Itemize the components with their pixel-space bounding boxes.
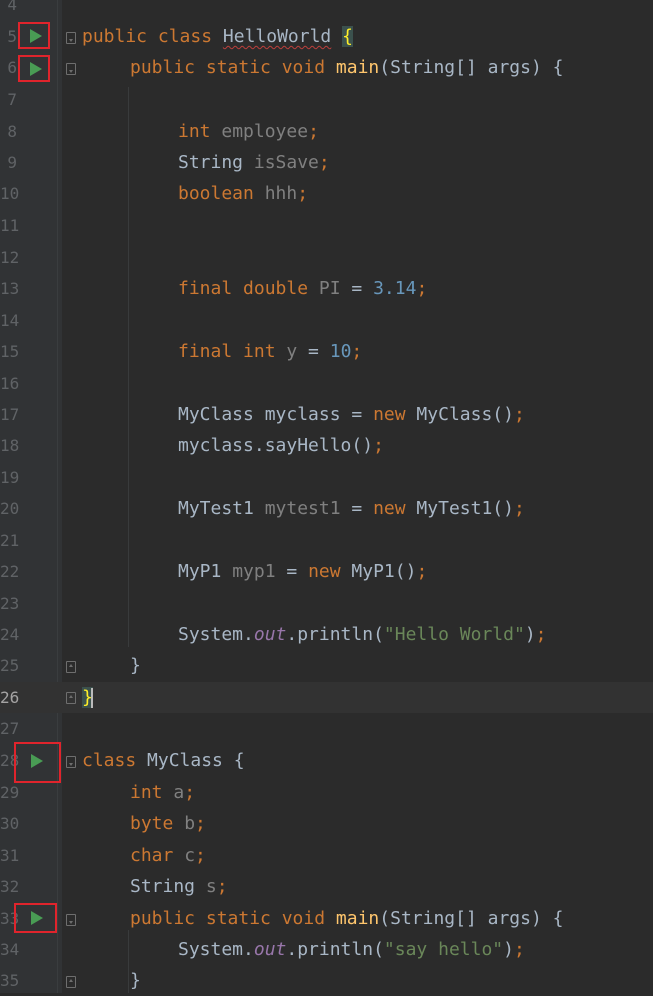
line-number: 25 (0, 656, 20, 675)
code-line: 30 byte b; (0, 808, 653, 839)
code-text: MyTest1 mytest1 = new MyTest1(); (178, 498, 525, 519)
line-number: 34 (0, 940, 20, 959)
code-line: 13 final double PI = 3.14; (0, 273, 653, 304)
code-line: 17 MyClass myclass = new MyClass(); (0, 399, 653, 430)
code-line: 5 public class HelloWorld { (0, 21, 653, 52)
code-text: System.out.println("say hello"); (178, 939, 525, 960)
fold-marker-icon[interactable] (66, 661, 76, 673)
code-line: 21 (0, 525, 653, 556)
line-number: 5 (7, 27, 17, 46)
code-text: System.out.println("Hello World"); (178, 624, 547, 645)
line-number: 16 (0, 374, 20, 393)
fold-marker-icon[interactable] (66, 692, 76, 704)
run-gutter-icon[interactable] (31, 911, 43, 925)
fold-marker-icon[interactable] (66, 914, 76, 926)
code-line: 28 class MyClass { (0, 745, 653, 776)
code-line: 8 int employee; (0, 116, 653, 147)
code-text: boolean hhh; (178, 183, 309, 204)
code-line: 20 MyTest1 mytest1 = new MyTest1(); (0, 493, 653, 524)
code-line: 18 myclass.sayHello(); (0, 430, 653, 461)
code-text: int a; (130, 782, 196, 803)
line-number: 31 (0, 846, 20, 865)
code-text: int employee; (178, 121, 319, 142)
code-line: 25 } (0, 650, 653, 681)
code-text: final int y = 10; (178, 341, 363, 362)
line-number: 4 (7, 0, 17, 14)
fold-marker-icon[interactable] (66, 756, 76, 768)
current-line: 26 } (0, 682, 653, 713)
line-number: 18 (0, 436, 20, 455)
line-number: 9 (7, 153, 17, 172)
code-line: 29 int a; (0, 777, 653, 808)
code-line: 11 (0, 210, 653, 241)
text-caret (91, 688, 93, 708)
line-number: 17 (0, 405, 20, 424)
code-text: char c; (130, 845, 206, 866)
code-line: 7 (0, 84, 653, 115)
run-gutter-icon[interactable] (30, 62, 42, 76)
line-number: 35 (0, 971, 20, 990)
code-line: 24 System.out.println("Hello World"); (0, 619, 653, 650)
code-line: 16 (0, 368, 653, 399)
line-number: 6 (7, 58, 17, 77)
code-line: 32 String s; (0, 871, 653, 902)
code-text: MyP1 myp1 = new MyP1(); (178, 561, 428, 582)
line-number: 30 (0, 814, 20, 833)
run-gutter-icon[interactable] (31, 754, 43, 768)
code-text: public static void main(String[] args) { (130, 908, 564, 929)
line-number: 10 (0, 184, 20, 203)
line-number: 20 (0, 499, 20, 518)
code-text: String s; (130, 876, 228, 897)
line-number: 14 (0, 311, 20, 330)
code-line: 34 System.out.println("say hello"); (0, 934, 653, 965)
line-number: 13 (0, 279, 20, 298)
fold-marker-icon[interactable] (66, 63, 76, 75)
code-line: 14 (0, 305, 653, 336)
code-line: 35 } (0, 965, 653, 996)
line-number: 27 (0, 719, 20, 738)
code-line: 33 public static void main(String[] args… (0, 903, 653, 934)
code-line: 27 (0, 713, 653, 744)
line-number: 22 (0, 562, 20, 581)
line-number: 12 (0, 248, 20, 267)
code-text: public static void main(String[] args) { (130, 57, 564, 78)
code-text: class MyClass { (82, 750, 245, 771)
line-number: 7 (7, 90, 17, 109)
code-text: myclass.sayHello(); (178, 435, 384, 456)
code-line: 19 (0, 462, 653, 493)
code-text: } (130, 655, 141, 676)
line-number: 11 (0, 216, 20, 235)
fold-marker-icon[interactable] (66, 32, 76, 44)
line-number: 8 (7, 122, 17, 141)
line-number: 19 (0, 468, 20, 487)
code-line: 23 (0, 588, 653, 619)
line-number: 26 (0, 688, 20, 707)
code-text: public class HelloWorld { (82, 26, 353, 47)
code-line: 10 boolean hhh; (0, 178, 653, 209)
code-line: 4 (0, 0, 653, 20)
line-number: 21 (0, 531, 20, 550)
code-line: 31 char c; (0, 840, 653, 871)
line-number: 23 (0, 594, 20, 613)
code-line: 9 String isSave; (0, 147, 653, 178)
line-number: 32 (0, 877, 20, 896)
code-text: final double PI = 3.14; (178, 278, 428, 299)
code-line: 15 final int y = 10; (0, 336, 653, 367)
run-gutter-icon[interactable] (30, 29, 42, 43)
code-line: 22 MyP1 myp1 = new MyP1(); (0, 556, 653, 587)
code-line: 12 (0, 242, 653, 273)
code-line: 6 public static void main(String[] args)… (0, 52, 653, 83)
fold-marker-icon[interactable] (66, 976, 76, 988)
code-text: } (130, 970, 141, 991)
code-text: byte b; (130, 813, 206, 834)
line-number: 15 (0, 342, 20, 361)
code-text: MyClass myclass = new MyClass(); (178, 404, 525, 425)
class-name: HelloWorld (222, 26, 332, 47)
code-text: String isSave; (178, 152, 330, 173)
line-number: 24 (0, 625, 20, 644)
brace-match: { (342, 26, 353, 47)
